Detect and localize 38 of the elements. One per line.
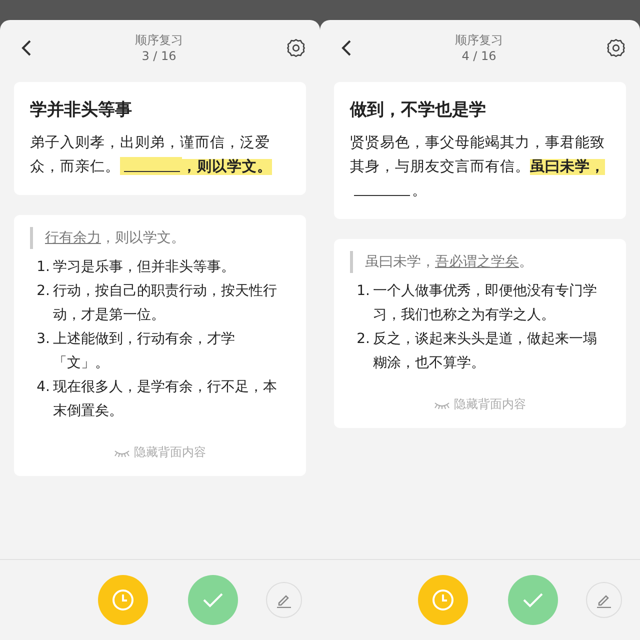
check-icon (202, 592, 224, 608)
card-title: 学并非头等事 (30, 99, 133, 121)
back-icon[interactable] (20, 39, 32, 57)
closed-eye-icon (434, 400, 450, 408)
card-text: 弟子入则孝，出则弟，谨而信，泛爱众，而亲仁。 ，则以学文。 (30, 134, 273, 177)
screen-title: 顺序复习 (455, 32, 503, 48)
settings-icon[interactable] (606, 38, 626, 58)
note-text: 反之，谈起来头头是道，做起来一塌糊涂，也不算学。 (373, 330, 598, 373)
later-button[interactable] (98, 575, 148, 625)
card-title: 做到，不学也是学 (350, 99, 487, 121)
card-counter: 4 / 16 (462, 48, 496, 64)
clock-icon (111, 588, 135, 612)
screen-title: 顺序复习 (135, 32, 183, 48)
check-icon (522, 592, 544, 608)
closed-eye-icon (114, 448, 130, 456)
item-number: 1. (36, 258, 51, 277)
note-text: 行动，按自己的职责行动，按天性行动，才是第一位。 (53, 282, 278, 325)
hide-back-button[interactable]: 隐藏背面内容 (428, 395, 532, 414)
edit-button[interactable] (266, 582, 302, 618)
hide-back-button[interactable]: 隐藏背面内容 (108, 443, 212, 462)
edit-button[interactable] (586, 582, 622, 618)
clock-icon (431, 588, 455, 612)
item-number: 4. (36, 378, 51, 397)
back-icon[interactable] (340, 39, 352, 57)
settings-icon[interactable] (286, 38, 306, 58)
item-number: 2. (356, 330, 371, 349)
item-number: 3. (36, 330, 51, 349)
quote-text: 虽曰未学，吾必谓之学矣。 (350, 251, 610, 273)
note-text: 一个人做事优秀，即便他没有专门学习，我们也称之为有学之人。 (373, 282, 598, 325)
item-number: 2. (36, 282, 51, 301)
later-button[interactable] (418, 575, 468, 625)
card-text: 贤贤易色，事父母能竭其力，事君能致其身，与朋友交言而有信。虽曰未学， 。 (350, 134, 606, 201)
note-text: 上述能做到，行动有余，才学「文」。 (53, 330, 236, 373)
note-text: 现在很多人，是学有余，行不足，本末倒置矣。 (53, 378, 278, 421)
note-text: 学习是乐事，但并非头等事。 (53, 258, 236, 277)
quote-text: 行有余力，则以学文。 (30, 227, 290, 249)
card-counter: 3 / 16 (142, 48, 176, 64)
item-number: 1. (356, 282, 371, 301)
